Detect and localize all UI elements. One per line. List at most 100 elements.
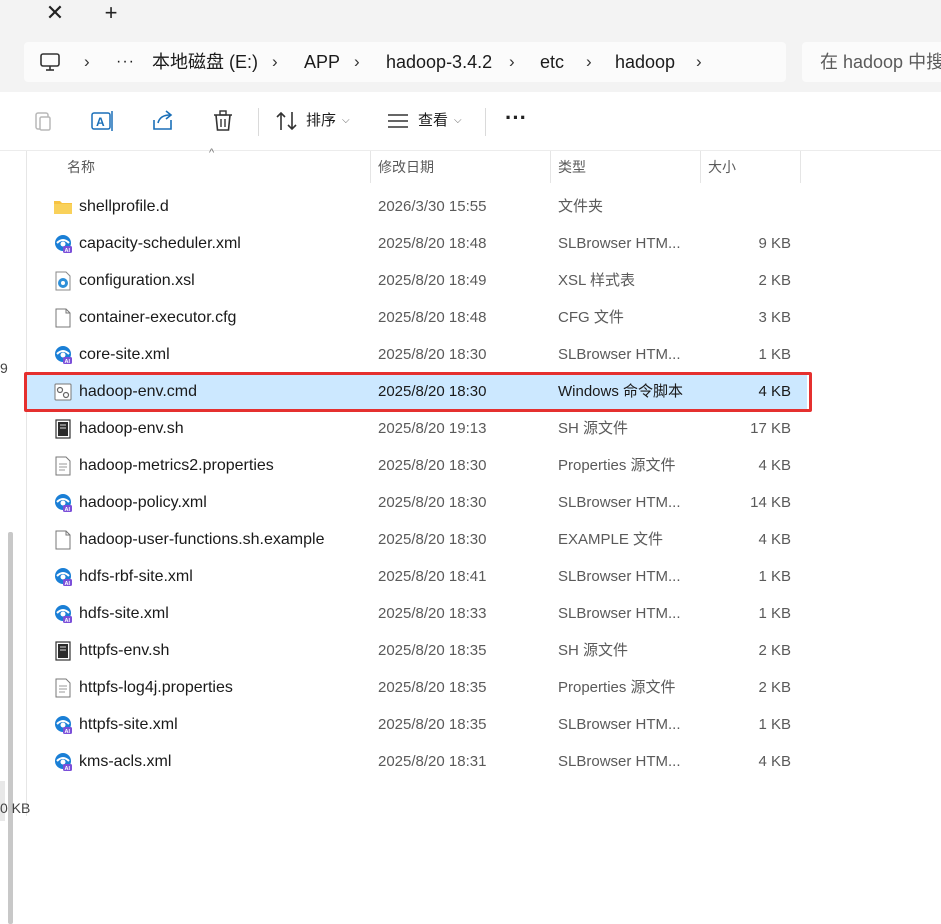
breadcrumb-overflow[interactable]: ··· xyxy=(116,42,135,82)
file-size: 1 KB xyxy=(758,568,791,585)
file-type: SH 源文件 xyxy=(558,420,629,437)
file-name: hadoop-metrics2.properties xyxy=(79,457,274,474)
chevron-right-icon[interactable]: › xyxy=(272,42,278,82)
file-type: EXAMPLE 文件 xyxy=(558,531,664,548)
chevron-down-icon[interactable]: ⌵ xyxy=(342,106,350,136)
svg-text:A: A xyxy=(96,115,105,129)
shell-script-icon xyxy=(52,640,74,662)
file-name: hadoop-env.cmd xyxy=(79,383,197,400)
file-row[interactable]: hadoop-env.cmd 2025/8/20 18:30 Windows 命令脚… xyxy=(27,373,807,410)
chevron-down-icon[interactable]: ⌵ xyxy=(454,106,462,136)
browser-xml-icon: AI xyxy=(52,751,74,773)
file-name: hdfs-rbf-site.xml xyxy=(79,568,193,585)
new-tab-icon[interactable]: + xyxy=(100,2,122,24)
file-type: CFG 文件 xyxy=(558,309,624,326)
file-row[interactable]: AI httpfs-site.xml 2025/8/20 18:35 SLBrowse… xyxy=(27,706,807,743)
column-header-size[interactable]: 大小 xyxy=(708,151,736,183)
file-name: hadoop-policy.xml xyxy=(79,494,207,511)
chevron-right-icon[interactable]: › xyxy=(509,42,515,82)
column-divider[interactable] xyxy=(800,151,801,183)
column-divider[interactable] xyxy=(700,151,701,183)
share-icon[interactable] xyxy=(148,106,178,136)
file-size: 1 KB xyxy=(758,716,791,733)
file-row[interactable]: hadoop-metrics2.properties 2025/8/20 18:3… xyxy=(27,447,807,484)
view-icon[interactable] xyxy=(383,106,413,136)
column-divider[interactable] xyxy=(370,151,371,183)
file-row[interactable]: AI hadoop-policy.xml 2025/8/20 18:30 SLBrow… xyxy=(27,484,807,521)
close-tab-icon[interactable]: ✕ xyxy=(44,2,66,24)
file-modified-date: 2025/8/20 18:35 xyxy=(378,642,487,659)
file-size: 17 KB xyxy=(750,420,791,437)
file-modified-date: 2025/8/20 18:35 xyxy=(378,716,487,733)
file-name: configuration.xsl xyxy=(79,272,195,289)
nav-pane-text-fragment: 9 xyxy=(0,360,8,376)
file-modified-date: 2026/3/30 15:55 xyxy=(378,198,487,215)
file-type: Windows 命令脚本 xyxy=(558,383,684,400)
file-type: XSL 样式表 xyxy=(558,272,635,289)
file-row[interactable]: hadoop-user-functions.sh.example 2025/8/2… xyxy=(27,521,807,558)
file-row[interactable]: AI kms-acls.xml 2025/8/20 18:31 SLBrowser H… xyxy=(27,743,807,780)
file-type: 文件夹 xyxy=(558,198,604,215)
file-name: shellprofile.d xyxy=(79,198,169,215)
file-type: SLBrowser HTM... xyxy=(558,753,681,770)
file-size: 2 KB xyxy=(758,642,791,659)
browser-xml-icon: AI xyxy=(52,714,74,736)
file-name: capacity-scheduler.xml xyxy=(79,235,241,252)
file-modified-date: 2025/8/20 18:41 xyxy=(378,568,487,585)
sort-ascending-icon: ^ xyxy=(209,147,215,159)
text-file-icon xyxy=(52,455,74,477)
file-row[interactable]: configuration.xsl 2025/8/20 18:49 XSL 样式表 2… xyxy=(27,262,807,299)
file-type: SH 源文件 xyxy=(558,642,629,659)
file-row[interactable]: AI core-site.xml 2025/8/20 18:30 SLBrowser … xyxy=(27,336,807,373)
file-row[interactable]: hadoop-env.sh 2025/8/20 19:13 SH 源文件 17 KB xyxy=(27,410,807,447)
breadcrumb-app[interactable]: APP xyxy=(304,42,340,82)
breadcrumb-hadoop[interactable]: hadoop xyxy=(615,42,675,82)
file-row[interactable]: AI hdfs-rbf-site.xml 2025/8/20 18:41 SLBrow… xyxy=(27,558,807,595)
rename-icon[interactable]: A xyxy=(88,106,118,136)
file-size: 1 KB xyxy=(758,605,791,622)
navigation-pane[interactable] xyxy=(0,151,27,924)
file-name: kms-acls.xml xyxy=(79,753,172,770)
delete-icon[interactable] xyxy=(208,106,238,136)
svg-text:AI: AI xyxy=(65,729,71,735)
paste-icon[interactable] xyxy=(28,106,58,136)
file-size: 3 KB xyxy=(758,309,791,326)
chevron-right-icon[interactable]: › xyxy=(354,42,360,82)
folder-icon xyxy=(52,196,74,218)
file-modified-date: 2025/8/20 18:30 xyxy=(378,494,487,511)
file-row[interactable]: container-executor.cfg 2025/8/20 18:48 CFG… xyxy=(27,299,807,336)
command-toolbar: A 排序 ⌵ 查看 ⌵ ··· xyxy=(0,92,941,151)
sort-icon[interactable] xyxy=(272,106,302,136)
svg-text:AI: AI xyxy=(65,507,71,513)
view-button[interactable]: 查看 xyxy=(418,106,448,136)
breadcrumb-etc[interactable]: etc xyxy=(540,42,564,82)
file-row[interactable]: httpfs-log4j.properties 2025/8/20 18:35 Pr… xyxy=(27,669,807,706)
search-input[interactable]: 在 hadoop 中搜 xyxy=(802,42,941,82)
column-header-type[interactable]: 类型 xyxy=(558,151,586,183)
browser-xml-icon: AI xyxy=(52,233,74,255)
svg-text:AI: AI xyxy=(65,581,71,587)
sort-button[interactable]: 排序 xyxy=(306,106,336,136)
file-size: 4 KB xyxy=(758,383,791,400)
file-row[interactable]: shellprofile.d 2026/3/30 15:55 文件夹 xyxy=(27,188,807,225)
chevron-right-icon[interactable]: › xyxy=(696,42,702,82)
file-row[interactable]: httpfs-env.sh 2025/8/20 18:35 SH 源文件 2 KB xyxy=(27,632,807,669)
breadcrumb-drive[interactable]: 本地磁盘 (E:) xyxy=(152,42,258,82)
file-row[interactable]: AI hdfs-site.xml 2025/8/20 18:33 SLBrowser … xyxy=(27,595,807,632)
file-size: 9 KB xyxy=(758,235,791,252)
more-options-button[interactable]: ··· xyxy=(503,106,529,136)
search-placeholder: 在 hadoop 中搜 xyxy=(820,52,941,72)
chevron-right-icon[interactable]: › xyxy=(586,42,592,82)
file-row[interactable]: AI capacity-scheduler.xml 2025/8/20 18:48 S… xyxy=(27,225,807,262)
file-name: container-executor.cfg xyxy=(79,309,237,326)
column-header-name[interactable]: 名称 xyxy=(67,151,95,183)
breadcrumb-hadoop-version[interactable]: hadoop-3.4.2 xyxy=(386,42,492,82)
address-bar[interactable]: › ··· 本地磁盘 (E:) › APP › hadoop-3.4.2 › e… xyxy=(24,42,786,82)
file-type: SLBrowser HTM... xyxy=(558,494,681,511)
column-header-modified[interactable]: 修改日期 xyxy=(378,151,434,183)
svg-text:AI: AI xyxy=(65,618,71,624)
nav-pane-scrollbar[interactable] xyxy=(8,532,13,924)
computer-icon[interactable] xyxy=(39,52,61,72)
file-size: 4 KB xyxy=(758,531,791,548)
column-divider[interactable] xyxy=(550,151,551,183)
